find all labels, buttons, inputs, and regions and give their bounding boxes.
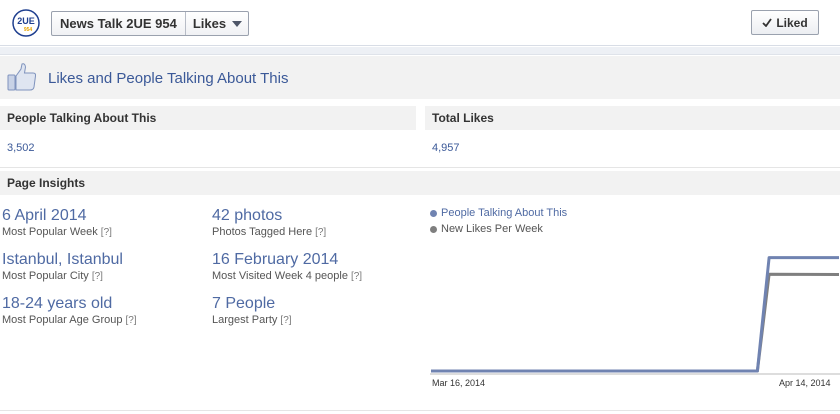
likes-chart bbox=[430, 256, 840, 375]
metric-label: Most Popular Age Group bbox=[2, 314, 123, 326]
help-link[interactable]: [?] bbox=[351, 271, 362, 282]
metric-value: 18-24 years old bbox=[2, 295, 113, 312]
x-tick-label-start: Mar 16, 2014 bbox=[432, 378, 486, 388]
metric-label: Largest Party bbox=[212, 314, 278, 326]
liked-button-label: Liked bbox=[776, 15, 808, 30]
header-band bbox=[0, 47, 840, 55]
divider bbox=[0, 167, 840, 168]
chevron-down-icon bbox=[232, 20, 243, 27]
logo-text: 2UE bbox=[17, 16, 35, 26]
page-selector[interactable]: News Talk 2UE 954 Likes bbox=[51, 11, 250, 36]
liked-button[interactable]: Liked bbox=[751, 10, 819, 35]
bottom-divider bbox=[0, 410, 840, 411]
metric-value: Istanbul, Istanbul bbox=[2, 251, 123, 268]
likes-dropdown-label: Likes bbox=[192, 16, 227, 31]
metric-largest-party: 7 People Largest Party [?] bbox=[212, 294, 292, 328]
logo-subtext: 954 bbox=[24, 27, 33, 33]
legend-item-new-likes[interactable]: New Likes Per Week bbox=[430, 223, 543, 235]
help-link[interactable]: [?] bbox=[125, 315, 136, 326]
total-likes-header: Total Likes bbox=[425, 106, 840, 130]
section-title: Likes and People Talking About This bbox=[48, 70, 289, 87]
x-tick-label-end: Apr 14, 2014 bbox=[779, 378, 831, 388]
checkmark-icon bbox=[762, 18, 773, 27]
metric-popular-age-group: 18-24 years old Most Popular Age Group [?… bbox=[2, 294, 137, 328]
legend-label: New Likes Per Week bbox=[441, 223, 543, 235]
help-link[interactable]: [?] bbox=[101, 227, 112, 238]
legend-dot-icon bbox=[430, 209, 437, 217]
metric-popular-week: 6 April 2014 Most Popular Week [?] bbox=[2, 206, 112, 240]
legend-dot-icon bbox=[430, 225, 437, 233]
page-insights-header: Page Insights bbox=[0, 171, 840, 195]
total-likes-value[interactable]: 4,957 bbox=[432, 142, 460, 154]
metric-value: 6 April 2014 bbox=[2, 207, 87, 224]
metric-label: Most Popular Week bbox=[2, 226, 98, 238]
thumbs-up-icon bbox=[7, 63, 37, 91]
metric-popular-city: Istanbul, Istanbul Most Popular City [?] bbox=[2, 250, 123, 284]
metric-label: Photos Tagged Here bbox=[212, 226, 313, 238]
legend-item-talking[interactable]: People Talking About This bbox=[430, 207, 567, 219]
legend-label: People Talking About This bbox=[441, 207, 568, 219]
metric-value: 7 People bbox=[212, 295, 276, 312]
page-name[interactable]: News Talk 2UE 954 bbox=[52, 12, 186, 35]
metric-label: Most Popular City bbox=[2, 270, 89, 282]
top-bar: 2UE 954 News Talk 2UE 954 Likes Liked bbox=[0, 0, 840, 46]
metric-value: 42 photos bbox=[212, 207, 283, 224]
help-link[interactable]: [?] bbox=[315, 227, 326, 238]
series-line-1 bbox=[431, 272, 840, 373]
likes-dropdown[interactable]: Likes bbox=[186, 12, 248, 35]
help-link[interactable]: [?] bbox=[92, 271, 103, 282]
page-logo-icon[interactable]: 2UE 954 bbox=[12, 9, 40, 37]
metric-label: Most Visited Week 4 people bbox=[212, 270, 348, 282]
talking-about-value[interactable]: 3,502 bbox=[7, 142, 35, 154]
help-link[interactable]: [?] bbox=[280, 315, 291, 326]
talking-about-header: People Talking About This bbox=[0, 106, 416, 130]
metric-value: 16 February 2014 bbox=[212, 251, 339, 268]
metric-most-visited-week: 16 February 2014 Most Visited Week 4 peo… bbox=[212, 250, 362, 284]
metric-photos-tagged: 42 photos Photos Tagged Here [?] bbox=[212, 206, 326, 240]
